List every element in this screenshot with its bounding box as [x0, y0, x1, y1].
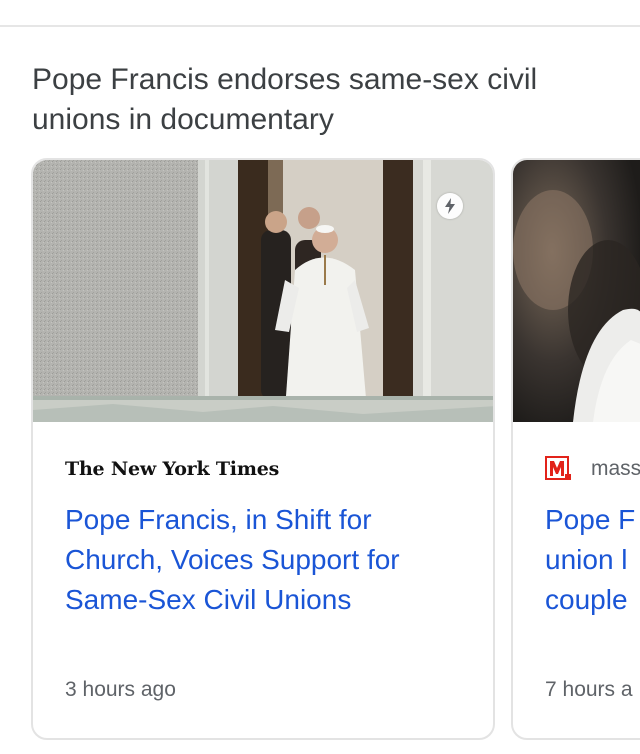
title-line: union l — [545, 544, 628, 575]
article-timestamp: 7 hours a — [545, 678, 633, 701]
nyt-logo: The New York Times — [65, 458, 280, 480]
masslive-m-icon — [545, 456, 571, 482]
source-row: The New York Times — [65, 454, 279, 484]
news-carousel[interactable]: The New York Times Pope Francis, in Shif… — [0, 158, 640, 754]
source-name: mass — [591, 457, 640, 480]
title-line: couple — [545, 584, 628, 615]
source-row: mass — [545, 454, 640, 484]
article-thumbnail[interactable] — [33, 160, 493, 422]
top-divider — [0, 25, 640, 27]
news-card[interactable]: The New York Times Pope Francis, in Shif… — [31, 158, 495, 740]
article-timestamp: 3 hours ago — [65, 678, 176, 701]
title-line: Pope F — [545, 504, 636, 535]
article-thumbnail[interactable] — [513, 160, 640, 422]
article-title[interactable]: Pope Francis, in Shift for Church, Voice… — [65, 500, 475, 620]
story-headline: Pope Francis endorses same-sex civil uni… — [32, 63, 538, 136]
news-card[interactable]: mass Pope F union l couple 7 hours a — [511, 158, 640, 740]
lightning-bolt-icon — [437, 193, 463, 219]
article-title[interactable]: Pope F union l couple — [545, 500, 640, 620]
